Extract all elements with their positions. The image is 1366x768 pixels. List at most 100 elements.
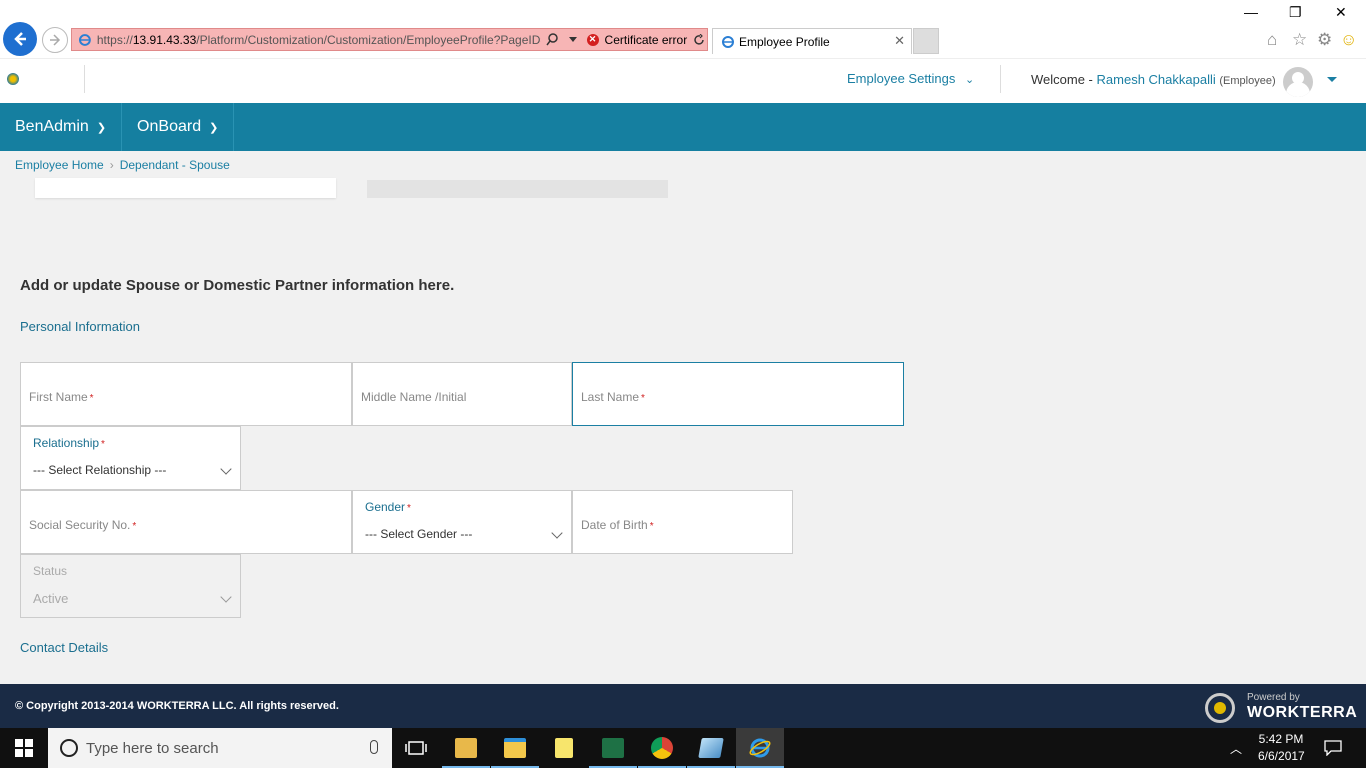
- user-role: (Employee): [1219, 75, 1276, 87]
- sticky-notes-app[interactable]: [540, 728, 588, 768]
- date-of-birth-field[interactable]: Date of Birth *: [572, 490, 793, 554]
- chrome-icon: [651, 737, 673, 759]
- search-icon[interactable]: [545, 32, 561, 48]
- minimize-icon[interactable]: —: [1244, 4, 1258, 20]
- breadcrumb-current[interactable]: Dependant - Spouse: [120, 158, 230, 172]
- middle-name-field[interactable]: Middle Name /Initial: [352, 362, 572, 426]
- tab-close-icon[interactable]: ✕: [894, 33, 905, 49]
- forward-button[interactable]: [42, 27, 68, 53]
- chevron-down-icon: ⌄: [965, 74, 975, 86]
- error-icon: ✕: [586, 33, 599, 46]
- copyright-text: © Copyright 2013-2014 WORKTERRA LLC. All…: [15, 700, 339, 712]
- start-button[interactable]: [0, 728, 48, 768]
- contact-details-title: Contact Details: [20, 640, 109, 655]
- main-nav: BenAdmin ❯ OnBoard ❯: [0, 103, 1366, 151]
- cortana-icon: [60, 739, 78, 757]
- app-header: Employee Settings ⌄ Welcome - Ramesh Cha…: [0, 58, 1366, 103]
- status-select: Status Active: [20, 554, 241, 618]
- notification-icon[interactable]: [1324, 740, 1342, 756]
- page-headline: Add or update Spouse or Domestic Partner…: [20, 277, 455, 294]
- first-name-field[interactable]: First Name *: [20, 362, 352, 426]
- show-hidden-icons[interactable]: ︿: [1230, 740, 1242, 757]
- sticky-note-icon: [555, 738, 573, 758]
- avatar[interactable]: [1283, 67, 1313, 97]
- gender-value: --- Select Gender ---: [365, 527, 473, 541]
- taskbar-search[interactable]: Type here to search: [48, 728, 392, 768]
- taskbar: Type here to search ︿ 5:42 PM 6/6/2017: [0, 728, 1366, 768]
- welcome-text: Welcome - Ramesh Chakkapalli (Employee): [1031, 72, 1276, 87]
- clock-time[interactable]: 5:42 PM: [1258, 732, 1304, 746]
- status-value: Active: [33, 591, 69, 606]
- chevron-down-icon: ❯: [209, 121, 219, 134]
- relationship-value: --- Select Relationship ---: [33, 463, 167, 477]
- file-explorer-app[interactable]: [491, 728, 539, 768]
- relationship-label: Relationship *: [33, 436, 105, 450]
- close-window-icon[interactable]: ✕: [1335, 4, 1347, 21]
- internet-explorer-icon: [749, 738, 771, 758]
- settings-gear-icon[interactable]: ⚙: [1317, 30, 1332, 50]
- url-text: https://13.91.43.33/Platform/Customizati…: [96, 32, 541, 47]
- breadcrumb: Employee Home › Dependant - Spouse: [15, 158, 230, 172]
- first-name-placeholder: First Name *: [29, 390, 94, 404]
- chevron-down-icon: ❯: [96, 121, 107, 134]
- home-icon[interactable]: ⌂: [1267, 30, 1277, 50]
- divider: [1000, 65, 1001, 93]
- middle-name-placeholder: Middle Name /Initial: [361, 390, 467, 404]
- tab-title: Employee Profile: [739, 34, 830, 49]
- app-logo-icon[interactable]: [7, 73, 19, 85]
- new-tab-button[interactable]: [913, 28, 939, 54]
- dropdown-icon[interactable]: [565, 32, 581, 48]
- info-card-placeholder: [367, 180, 668, 198]
- gender-select[interactable]: Gender * --- Select Gender ---: [352, 490, 572, 554]
- remote-app[interactable]: [687, 728, 735, 768]
- back-button[interactable]: [3, 22, 37, 56]
- favorites-star-icon[interactable]: ☆: [1292, 30, 1307, 50]
- excel-icon: [602, 738, 624, 758]
- folder-icon: [504, 738, 526, 758]
- nav-benadmin[interactable]: BenAdmin ❯: [0, 103, 123, 151]
- microphone-icon[interactable]: [370, 740, 378, 754]
- user-name[interactable]: Ramesh Chakkapalli: [1097, 72, 1216, 87]
- internet-explorer-app[interactable]: [736, 728, 784, 768]
- address-bar[interactable]: https://13.91.43.33/Platform/Customizati…: [71, 28, 708, 51]
- employee-settings-menu[interactable]: Employee Settings ⌄: [847, 71, 974, 86]
- breadcrumb-separator-icon: ›: [109, 158, 114, 172]
- browser-chrome: https://13.91.43.33/Platform/Customizati…: [0, 0, 1366, 58]
- gender-label: Gender *: [365, 500, 411, 514]
- ssn-field[interactable]: Social Security No. *: [20, 490, 352, 554]
- status-label: Status: [33, 564, 68, 578]
- windows-logo-icon: [15, 739, 33, 757]
- arrow-left-icon: [14, 32, 26, 46]
- footer: © Copyright 2013-2014 WORKTERRA LLC. All…: [0, 684, 1366, 728]
- excel-app[interactable]: [589, 728, 637, 768]
- task-view-button[interactable]: [392, 728, 440, 768]
- divider: [84, 65, 85, 93]
- last-name-field[interactable]: Last Name *: [572, 362, 904, 426]
- personal-information-title: Personal Information: [20, 319, 140, 334]
- info-card: [35, 178, 336, 198]
- breadcrumb-home[interactable]: Employee Home: [15, 158, 104, 172]
- ie-page-icon: [78, 33, 91, 46]
- chevron-down-icon: [551, 527, 563, 539]
- remote-desktop-icon: [698, 738, 724, 758]
- task-view-icon: [405, 741, 427, 755]
- user-menu-caret-icon[interactable]: [1327, 77, 1337, 82]
- nav-onboard[interactable]: OnBoard ❯: [122, 103, 235, 151]
- outlook-app[interactable]: [442, 728, 490, 768]
- outlook-icon: [455, 738, 477, 758]
- powered-by-logo: Powered by WORKTERRA: [1205, 692, 1357, 723]
- chevron-down-icon: [220, 463, 232, 475]
- ssn-placeholder: Social Security No. *: [29, 518, 137, 532]
- clock-date[interactable]: 6/6/2017: [1258, 749, 1305, 763]
- chrome-app[interactable]: [638, 728, 686, 768]
- restore-icon[interactable]: ❐: [1289, 4, 1302, 21]
- smiley-feedback-icon[interactable]: ☺: [1340, 30, 1357, 50]
- workterra-logo-icon: [1205, 693, 1235, 723]
- last-name-placeholder: Last Name *: [581, 390, 645, 404]
- arrow-right-icon: [50, 34, 61, 46]
- certificate-error-indicator[interactable]: ✕ Certificate error: [586, 33, 687, 47]
- tab-employee-profile[interactable]: Employee Profile ✕: [712, 28, 912, 54]
- ie-tab-icon: [722, 35, 734, 48]
- refresh-icon[interactable]: [691, 32, 707, 48]
- relationship-select[interactable]: Relationship * --- Select Relationship --…: [20, 426, 241, 490]
